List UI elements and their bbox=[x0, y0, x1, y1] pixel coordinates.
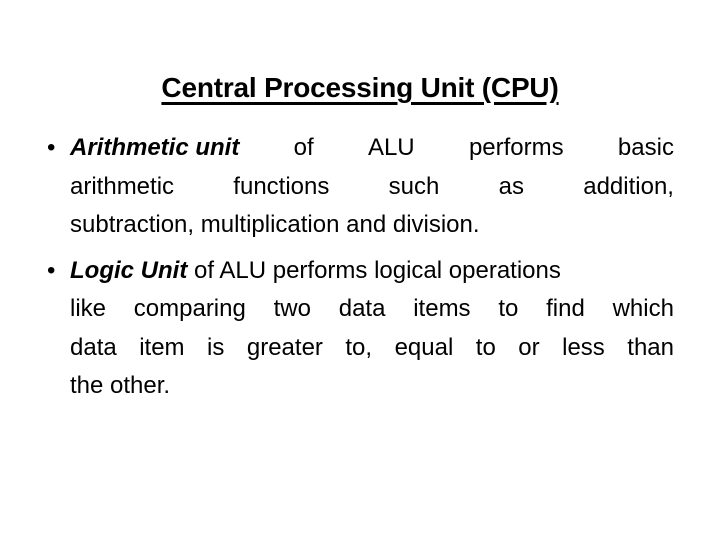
bullet-word: ALU bbox=[367, 134, 415, 161]
bullet-lead-text: Logic Unit bbox=[70, 256, 188, 284]
bullet-word: of bbox=[293, 134, 314, 161]
bullet-word: functions bbox=[233, 172, 330, 200]
bullet-text: Arithmetic unit of ALU performs basic arithm… bbox=[70, 129, 674, 245]
bullet-word: addition, bbox=[583, 172, 674, 200]
bullet-item: • Arithmetic unit of ALU performs basic arit… bbox=[44, 129, 674, 245]
bullet-item: • Logic Unit of ALU performs logical ope… bbox=[44, 252, 674, 406]
slide-body: • Arithmetic unit of ALU performs basic arit… bbox=[44, 129, 674, 406]
bullet-word: data bbox=[338, 295, 386, 322]
page-title: Central Processing Unit (CPU) bbox=[0, 71, 720, 105]
bullet-line: data item is greater to, equal to or less than bbox=[70, 329, 674, 368]
bullet-word: or bbox=[518, 333, 540, 361]
bullet-line: Logic Unit of ALU performs logical opera… bbox=[70, 252, 674, 291]
bullet-word: item bbox=[139, 333, 185, 361]
bullet-line-rest: of ALU performs logical operations bbox=[194, 256, 561, 284]
bullet-word: equal bbox=[394, 333, 454, 361]
slide-canvas: Central Processing Unit (CPU) • Arithmet… bbox=[0, 0, 720, 540]
bullet-text: Logic Unit of ALU performs logical opera… bbox=[70, 252, 674, 406]
bullet-word: two bbox=[273, 295, 311, 322]
bullet-word: like bbox=[70, 295, 107, 322]
bullet-word: which bbox=[612, 295, 674, 322]
bullet-word: comparing bbox=[133, 295, 246, 322]
bullet-word: find bbox=[546, 295, 585, 322]
bullet-line: the other. bbox=[70, 372, 171, 399]
bullet-marker-icon: • bbox=[47, 256, 56, 284]
bullet-word: basic bbox=[617, 134, 674, 161]
bullet-word: items bbox=[413, 295, 471, 322]
bullet-word: performs bbox=[468, 134, 564, 161]
bullet-word: is bbox=[207, 333, 225, 361]
bullet-word: to, bbox=[345, 333, 373, 361]
bullet-line: like comparing two data items to find which bbox=[70, 290, 674, 329]
bullet-word: greater bbox=[246, 333, 323, 361]
bullet-word: as bbox=[498, 172, 524, 200]
bullet-word: to bbox=[498, 295, 519, 322]
bullet-line: subtraction, multiplication and division… bbox=[70, 211, 480, 238]
bullet-word: than bbox=[627, 333, 674, 361]
bullet-word: such bbox=[388, 172, 440, 200]
bullet-line: arithmetic functions such as addition, bbox=[70, 168, 674, 207]
bullet-word: less bbox=[562, 333, 605, 361]
bullet-lead-text: Arithmetic unit bbox=[70, 134, 240, 161]
bullet-marker-icon: • bbox=[47, 134, 56, 161]
bullet-word: data bbox=[70, 333, 117, 361]
bullet-word: arithmetic bbox=[70, 172, 175, 200]
page-title-text: Central Processing Unit (CPU) bbox=[161, 71, 559, 103]
bullet-line: Arithmetic unit of ALU performs basic bbox=[70, 129, 674, 168]
bullet-word: to bbox=[475, 333, 496, 361]
